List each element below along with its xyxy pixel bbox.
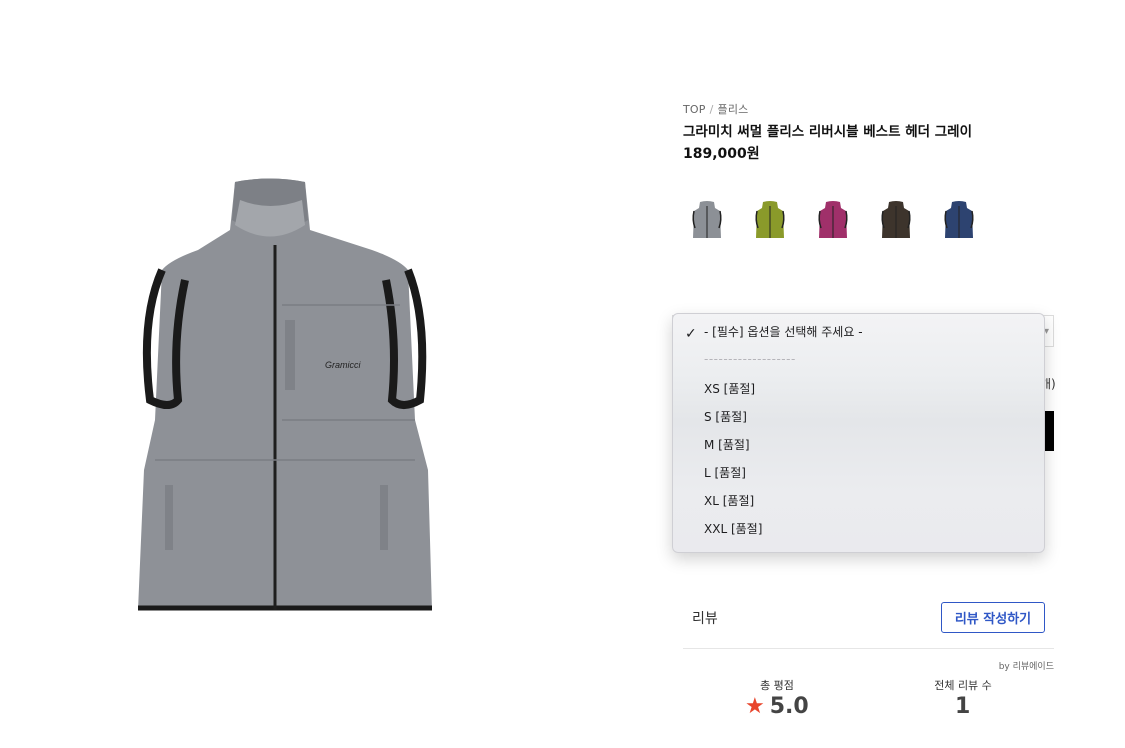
review-provider-byline: by 리뷰에이드 [998, 662, 1054, 672]
divider [683, 648, 1054, 649]
color-swatch-brown[interactable] [879, 198, 913, 244]
color-swatch-navy[interactable] [942, 198, 976, 244]
product-price: 189,000원 [683, 146, 760, 162]
svg-text:Gramicci: Gramicci [325, 360, 361, 370]
dropdown-option-xxl[interactable]: XXL [품절] [704, 520, 762, 537]
option-dropdown: ✓ - [필수] 옵션을 선택해 주세요 - -----------------… [672, 313, 1045, 553]
color-swatch-magenta[interactable] [816, 198, 850, 244]
breadcrumb-separator: / [709, 103, 714, 116]
product-image: Gramicci [110, 170, 450, 630]
dropdown-option-l[interactable]: L [품절] [704, 464, 746, 481]
color-swatches [690, 198, 976, 244]
dropdown-option-s[interactable]: S [품절] [704, 408, 747, 425]
review-count-value: 1 [955, 694, 971, 719]
rating-value: 5.0 [769, 694, 809, 719]
breadcrumb-root[interactable]: TOP [683, 103, 706, 116]
checkmark-icon: ✓ [685, 326, 697, 342]
review-count-label: 전체 리뷰 수 [934, 679, 992, 692]
product-title: 그라미치 써멀 플리스 리버시블 베스트 헤더 그레이 [683, 124, 973, 140]
rating-display: ★ 5.0 [745, 694, 809, 719]
dropdown-separator: ------------------- [704, 352, 796, 366]
dropdown-option-placeholder[interactable]: - [필수] 옵션을 선택해 주세요 - [704, 323, 863, 340]
breadcrumb: TOP / 플리스 [683, 101, 749, 117]
dropdown-option-m[interactable]: M [품절] [704, 436, 750, 453]
color-swatch-gray[interactable] [690, 198, 724, 244]
star-icon: ★ [745, 694, 765, 719]
breadcrumb-category[interactable]: 플리스 [718, 103, 749, 116]
dropdown-option-xl[interactable]: XL [품절] [704, 492, 754, 509]
dropdown-option-xs[interactable]: XS [품절] [704, 380, 755, 397]
write-review-button[interactable]: 리뷰 작성하기 [941, 602, 1045, 633]
review-section-title: 리뷰 [692, 611, 718, 627]
rating-label: 총 평점 [760, 679, 794, 692]
color-swatch-olive[interactable] [753, 198, 787, 244]
